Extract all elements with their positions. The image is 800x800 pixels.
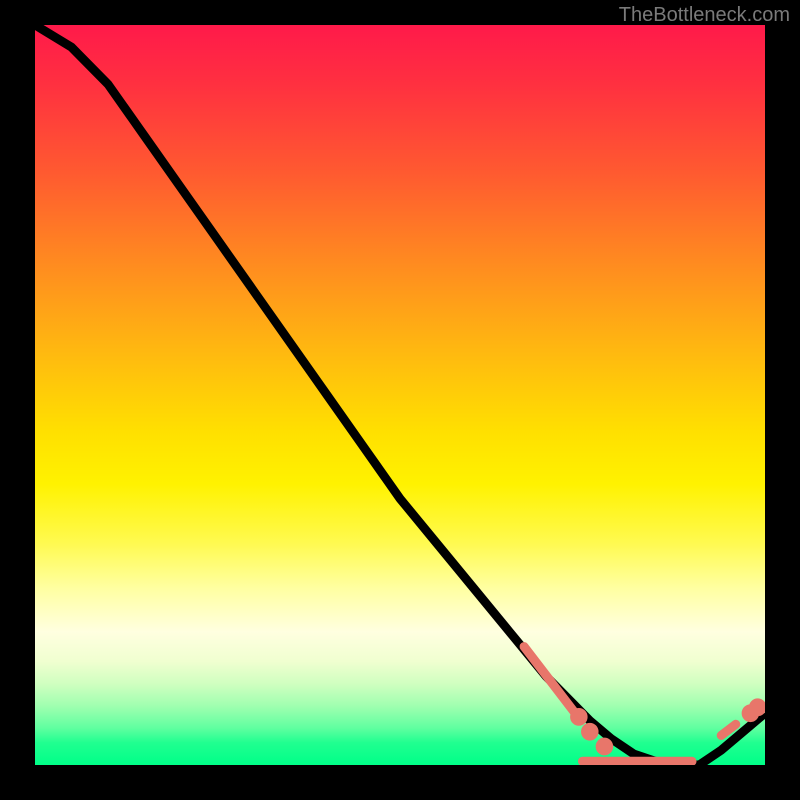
watermark-text: TheBottleneck.com: [619, 4, 790, 27]
chart-svg: [35, 25, 765, 765]
data-curve: [35, 25, 765, 765]
highlight-segment: [721, 724, 736, 735]
highlight-dot: [753, 702, 763, 712]
plot-area: [35, 25, 765, 765]
highlight-dot: [585, 727, 595, 737]
highlight-dot: [599, 741, 609, 751]
highlight-segment: [524, 647, 575, 714]
highlight-dot: [574, 712, 584, 722]
